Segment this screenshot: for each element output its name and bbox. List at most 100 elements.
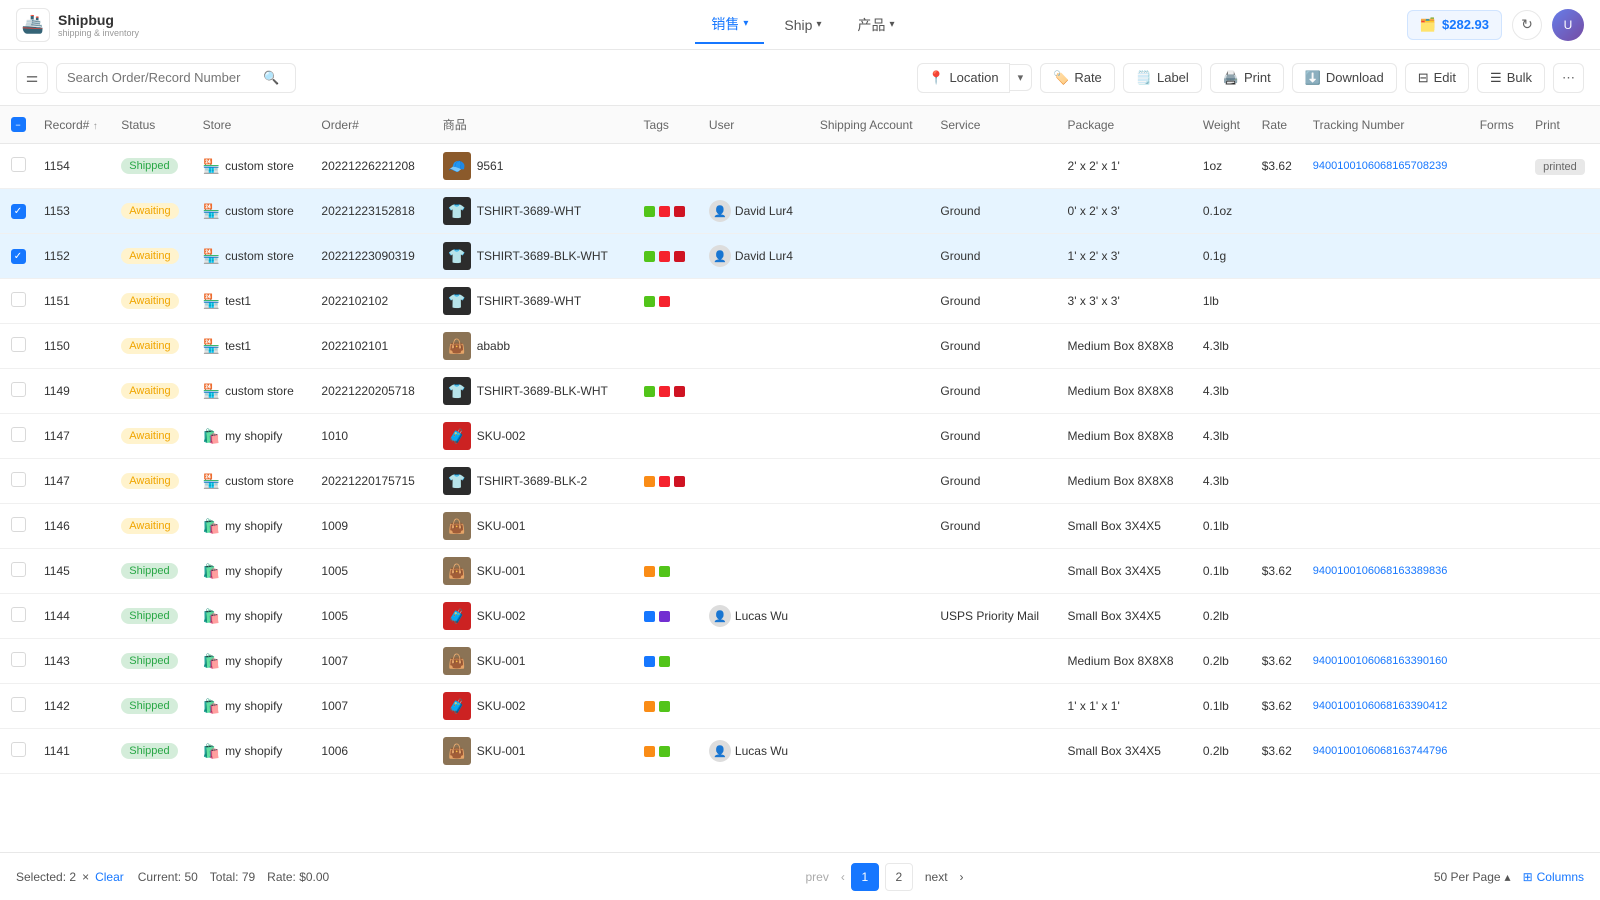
store-icon: 🛍️ xyxy=(203,743,220,760)
store-icon: 🏪 xyxy=(203,473,220,490)
store-name: my shopify xyxy=(225,519,282,533)
row-checkbox[interactable] xyxy=(11,517,26,532)
balance-button[interactable]: 🗂️ $282.93 xyxy=(1407,10,1502,40)
refresh-button[interactable]: ↻ xyxy=(1512,10,1542,40)
bulk-button[interactable]: ☰ Bulk xyxy=(1477,63,1545,93)
cell-forms xyxy=(1472,684,1527,729)
cell-service: Ground xyxy=(932,414,1059,459)
row-checkbox[interactable]: ✓ xyxy=(11,249,26,264)
search-input[interactable] xyxy=(67,70,257,85)
row-checkbox[interactable] xyxy=(11,697,26,712)
store-name: custom store xyxy=(225,159,294,173)
cell-forms xyxy=(1472,279,1527,324)
logo-subtitle: shipping & inventory xyxy=(58,28,139,38)
row-checkbox[interactable] xyxy=(11,157,26,172)
cell-status: Shipped xyxy=(113,729,194,774)
rate-icon: 🏷️ xyxy=(1053,70,1069,86)
nav-tab-ship[interactable]: Ship ▾ xyxy=(768,6,837,44)
current-label: Current: 50 xyxy=(138,870,198,884)
cell-checkbox[interactable]: ✓ xyxy=(0,189,36,234)
more-button[interactable]: ⋯ xyxy=(1553,63,1584,93)
cell-checkbox[interactable] xyxy=(0,144,36,189)
cell-print xyxy=(1527,684,1600,729)
page-2-button[interactable]: 2 xyxy=(885,863,913,891)
print-button[interactable]: 🖨️ Print xyxy=(1210,63,1284,93)
cell-order: 2022102102 xyxy=(313,279,434,324)
tracking-link[interactable]: 94001001060681633898​36 xyxy=(1313,565,1448,577)
cell-checkbox[interactable] xyxy=(0,324,36,369)
tab-ship-chevron: ▾ xyxy=(816,19,821,30)
row-checkbox[interactable] xyxy=(11,607,26,622)
next-chevron[interactable]: › xyxy=(960,870,964,884)
row-checkbox[interactable] xyxy=(11,562,26,577)
filter-button[interactable]: ⚌ xyxy=(16,62,48,94)
cell-forms xyxy=(1472,369,1527,414)
tracking-link[interactable]: 94001001060681633904​12 xyxy=(1313,700,1448,712)
page-1-button[interactable]: 1 xyxy=(851,863,879,891)
cell-product: 🧳 SKU-002 xyxy=(435,684,636,729)
store-name: my shopify xyxy=(225,564,282,578)
tracking-link[interactable]: 94001001060681637447​96 xyxy=(1313,745,1448,757)
cell-checkbox[interactable]: ✓ xyxy=(0,234,36,279)
cell-print xyxy=(1527,459,1600,504)
cell-checkbox[interactable] xyxy=(0,729,36,774)
cell-product: 🧳 SKU-002 xyxy=(435,594,636,639)
table-row: 1145 Shipped 🛍️ my shopify 1005 👜 SKU-00… xyxy=(0,549,1600,594)
search-box[interactable]: 🔍 xyxy=(56,63,296,93)
product-image: 🧢 xyxy=(443,152,471,180)
col-record[interactable]: Record# ↑ xyxy=(36,106,113,144)
label-button[interactable]: 🗒️ Label xyxy=(1123,63,1202,93)
nav-tabs: 销售 ▾ Ship ▾ 产品 ▾ xyxy=(199,6,1407,44)
cell-checkbox[interactable] xyxy=(0,414,36,459)
row-checkbox[interactable] xyxy=(11,427,26,442)
row-checkbox[interactable] xyxy=(11,292,26,307)
header-checkbox[interactable]: − xyxy=(11,117,26,132)
cell-checkbox[interactable] xyxy=(0,459,36,504)
cell-checkbox[interactable] xyxy=(0,549,36,594)
row-checkbox[interactable] xyxy=(11,472,26,487)
nav-tab-sales[interactable]: 销售 ▾ xyxy=(695,6,764,44)
product-name: SKU-001 xyxy=(477,744,526,758)
row-checkbox[interactable]: ✓ xyxy=(11,204,26,219)
cell-status: Awaiting xyxy=(113,189,194,234)
cell-store: 🛍️ my shopify xyxy=(195,639,314,684)
download-button[interactable]: ⬇️ Download xyxy=(1292,63,1397,93)
cell-checkbox[interactable] xyxy=(0,369,36,414)
per-page-button[interactable]: 50 Per Page ▴ xyxy=(1434,870,1511,884)
rate-button[interactable]: 🏷️ Rate xyxy=(1040,63,1115,93)
cell-record: 1147 xyxy=(36,414,113,459)
columns-button[interactable]: ⊞ Columns xyxy=(1523,870,1584,884)
next-button[interactable]: next xyxy=(919,866,954,888)
edit-button[interactable]: ⊟ Edit xyxy=(1405,63,1469,93)
location-button[interactable]: 📍 Location xyxy=(917,63,1009,93)
tracking-link[interactable]: 94001001060681633901​60 xyxy=(1313,655,1448,667)
store-icon: 🛍️ xyxy=(203,563,220,580)
cell-rate xyxy=(1254,189,1305,234)
prev-chevron[interactable]: ‹ xyxy=(841,870,845,884)
product-name: SKU-001 xyxy=(477,564,526,578)
col-checkbox[interactable]: − xyxy=(0,106,36,144)
product-image: 👜 xyxy=(443,647,471,675)
cell-checkbox[interactable] xyxy=(0,594,36,639)
clear-button[interactable]: Clear xyxy=(95,870,124,884)
product-name: SKU-001 xyxy=(477,519,526,533)
row-checkbox[interactable] xyxy=(11,652,26,667)
columns-icon: ⊞ xyxy=(1523,870,1533,884)
row-checkbox[interactable] xyxy=(11,337,26,352)
cell-package: 1' x 2' x 3' xyxy=(1060,234,1195,279)
cell-checkbox[interactable] xyxy=(0,684,36,729)
cell-rate xyxy=(1254,594,1305,639)
cell-package: Medium Box 8X8X8 xyxy=(1060,639,1195,684)
col-forms: Forms xyxy=(1472,106,1527,144)
cell-forms xyxy=(1472,234,1527,279)
tracking-link[interactable]: 94001001060681657082​39 xyxy=(1313,160,1448,172)
row-checkbox[interactable] xyxy=(11,742,26,757)
cell-checkbox[interactable] xyxy=(0,504,36,549)
prev-button[interactable]: prev xyxy=(800,866,835,888)
nav-tab-products[interactable]: 产品 ▾ xyxy=(841,6,910,44)
row-checkbox[interactable] xyxy=(11,382,26,397)
cell-checkbox[interactable] xyxy=(0,639,36,684)
location-caret-button[interactable]: ▾ xyxy=(1010,64,1033,91)
cell-checkbox[interactable] xyxy=(0,279,36,324)
avatar[interactable]: U xyxy=(1552,9,1584,41)
